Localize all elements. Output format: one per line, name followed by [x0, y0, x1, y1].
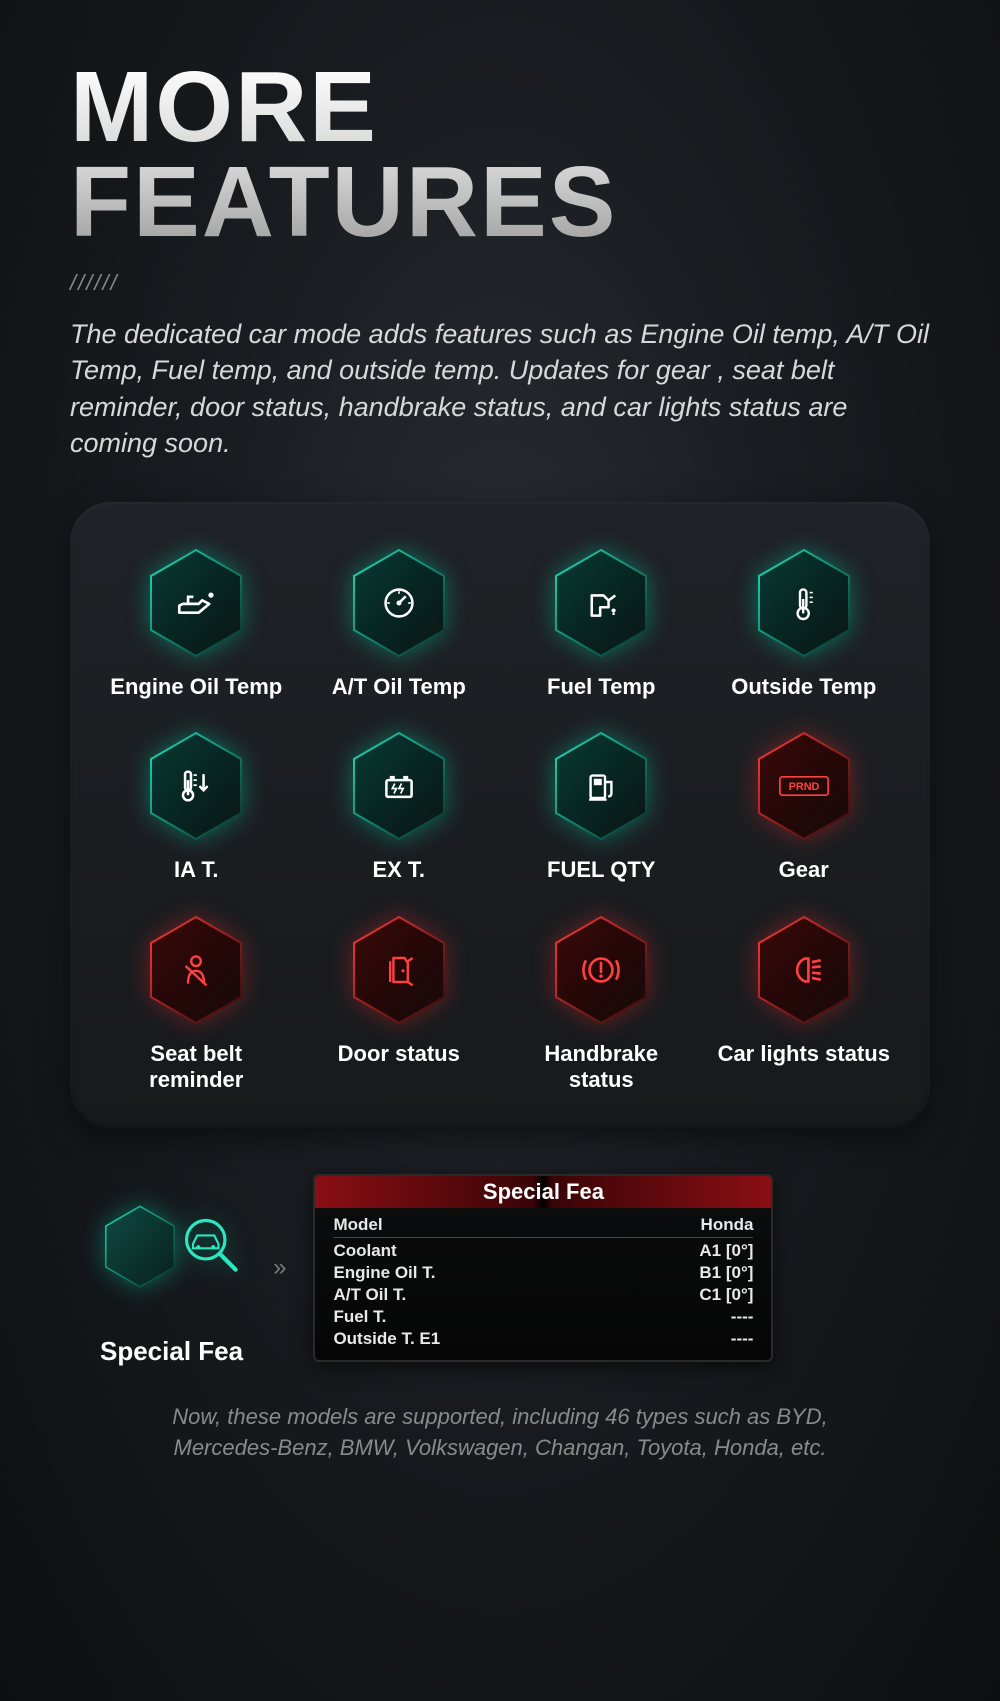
- hex-badge: [146, 914, 246, 1026]
- device-row-key: Outside T. E1: [333, 1329, 440, 1349]
- feature-label: Handbrake status: [510, 1041, 693, 1094]
- device-header-left: Model: [333, 1215, 382, 1235]
- fuel-pump-icon: [576, 761, 626, 811]
- slash-divider: //////: [70, 270, 930, 296]
- device-row: Fuel T. ----: [333, 1306, 753, 1328]
- battery-temp-icon: [374, 761, 424, 811]
- arrow-indicator: »: [273, 1254, 283, 1282]
- description-text: The dedicated car mode adds features suc…: [70, 316, 930, 462]
- feature-tile[interactable]: Handbrake status: [510, 914, 693, 1094]
- feature-tile[interactable]: IA T.: [105, 730, 288, 883]
- device-row-key: Coolant: [333, 1241, 396, 1261]
- feature-tile[interactable]: Seat belt reminder: [105, 914, 288, 1094]
- special-feature-row: Special Fea » Special Fea Model Honda Co…: [70, 1168, 930, 1367]
- device-row-val: B1 [0°]: [699, 1263, 753, 1283]
- footnote-text: Now, these models are supported, includi…: [70, 1402, 930, 1464]
- device-table: Model Honda Coolant A1 [0°] Engine Oil T. B…: [315, 1208, 771, 1360]
- feature-tile[interactable]: Car lights status: [713, 914, 896, 1094]
- feature-tile[interactable]: PRND Gear: [713, 730, 896, 883]
- feature-label: Fuel Temp: [547, 674, 655, 700]
- device-row-key: Fuel T.: [333, 1307, 386, 1327]
- feature-tile[interactable]: Engine Oil Temp: [105, 547, 288, 700]
- feature-tile[interactable]: FUEL QTY: [510, 730, 693, 883]
- device-row-val: A1 [0°]: [699, 1241, 753, 1261]
- device-row-val: ----: [731, 1307, 754, 1327]
- device-row: Outside T. E1 ----: [333, 1328, 753, 1350]
- car-search-icon: [178, 1212, 242, 1281]
- hex-badge: [349, 547, 449, 659]
- device-row: A/T Oil T. C1 [0°]: [333, 1284, 753, 1306]
- hex-badge: [551, 914, 651, 1026]
- feature-label: Gear: [779, 857, 829, 883]
- device-row: Coolant A1 [0°]: [333, 1240, 753, 1262]
- device-row: Engine Oil T. B1 [0°]: [333, 1262, 753, 1284]
- hex-badge: PRND: [754, 730, 854, 842]
- special-fea-hex[interactable]: [102, 1168, 242, 1324]
- hex-badge: [349, 730, 449, 842]
- fuel-nozzle-icon: [576, 578, 626, 628]
- door-icon: [374, 945, 424, 995]
- feature-tile[interactable]: Fuel Temp: [510, 547, 693, 700]
- hex-badge: [146, 730, 246, 842]
- headlight-icon: [779, 945, 829, 995]
- feature-tile[interactable]: Door status: [308, 914, 491, 1094]
- device-header-right: Honda: [701, 1215, 754, 1235]
- feature-label: EX T.: [372, 857, 425, 883]
- device-row-key: A/T Oil T.: [333, 1285, 406, 1305]
- gauge-icon: [374, 578, 424, 628]
- device-row-val: ----: [731, 1329, 754, 1349]
- feature-label: IA T.: [174, 857, 218, 883]
- seatbelt-icon: [171, 945, 221, 995]
- special-fea-label: Special Fea: [100, 1336, 243, 1367]
- hex-badge: [754, 914, 854, 1026]
- title-line2: FEATURES: [70, 146, 618, 258]
- hex-badge: [754, 547, 854, 659]
- hex-badge: [146, 547, 246, 659]
- features-panel: Engine Oil Temp A/T Oil Temp Fuel Temp O…: [70, 502, 930, 1129]
- feature-label: Car lights status: [718, 1041, 890, 1067]
- feature-label: FUEL QTY: [547, 857, 655, 883]
- svg-text:PRND: PRND: [788, 781, 819, 793]
- feature-label: Seat belt reminder: [105, 1041, 288, 1094]
- feature-tile[interactable]: EX T.: [308, 730, 491, 883]
- intake-temp-icon: [171, 761, 221, 811]
- hex-badge: [551, 730, 651, 842]
- prnd-icon: PRND: [779, 761, 829, 811]
- handbrake-icon: [576, 945, 626, 995]
- device-row-key: Engine Oil T.: [333, 1263, 435, 1283]
- device-title: Special Fea: [315, 1176, 771, 1208]
- hex-badge: [349, 914, 449, 1026]
- thermometer-icon: [779, 578, 829, 628]
- hex-badge: [551, 547, 651, 659]
- device-row-val: C1 [0°]: [699, 1285, 753, 1305]
- page-title: MORE FEATURES: [70, 60, 930, 250]
- feature-label: Engine Oil Temp: [110, 674, 282, 700]
- feature-label: A/T Oil Temp: [332, 674, 466, 700]
- feature-tile[interactable]: Outside Temp: [713, 547, 896, 700]
- feature-label: Door status: [338, 1041, 460, 1067]
- feature-label: Outside Temp: [731, 674, 876, 700]
- oil-can-icon: [171, 578, 221, 628]
- device-screen: Special Fea Model Honda CoolantA1 [0°]En…: [313, 1174, 773, 1362]
- feature-tile[interactable]: A/T Oil Temp: [308, 547, 491, 700]
